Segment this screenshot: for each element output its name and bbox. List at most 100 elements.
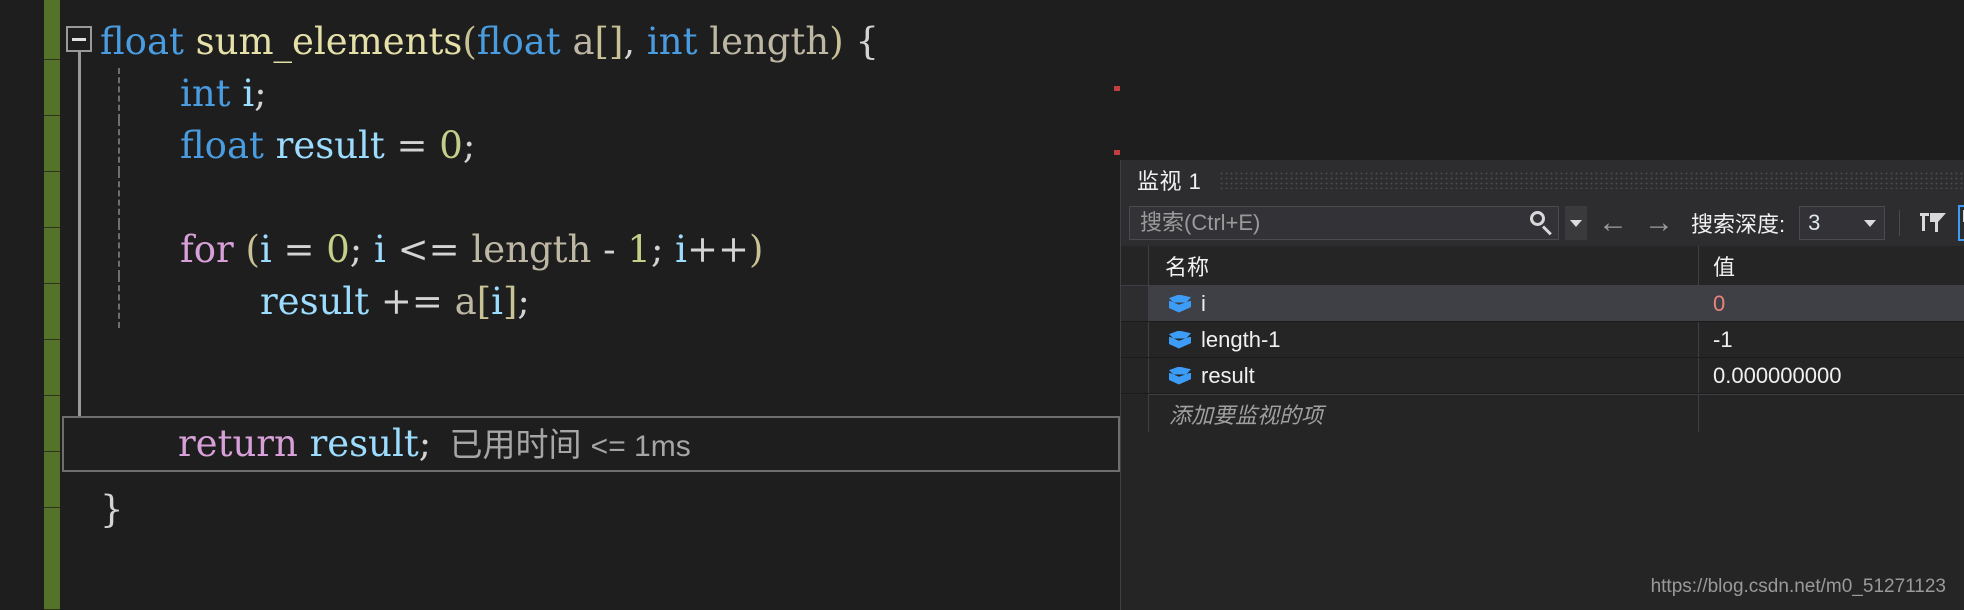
screen-root: float sum_elements(float a[], int length… [0, 0, 1964, 610]
row-gutter [1121, 322, 1149, 357]
watch-toolbar[interactable]: ← → 搜索深度: 3 ab [1121, 200, 1964, 246]
title-bar-drag-dots[interactable] [1219, 171, 1964, 189]
search-depth-select[interactable]: 3 [1799, 206, 1886, 240]
code-token: i [259, 228, 272, 271]
hex-label-icon[interactable]: ab [1958, 205, 1964, 241]
line-blank[interactable] [100, 172, 1120, 224]
code-token: ++ [687, 228, 750, 271]
code-token: int [180, 72, 231, 115]
search-depth-label: 搜索深度: [1691, 212, 1786, 237]
scroll-annotation-mark [1114, 86, 1120, 91]
line-decl-result[interactable]: float result = 0; [100, 120, 1120, 172]
code-token: = [271, 228, 327, 271]
toolbar-separator [1899, 210, 1901, 236]
code-token: float [100, 20, 184, 63]
code-token: += [369, 280, 455, 323]
watch-row[interactable]: length-1 -1 [1121, 322, 1964, 358]
watch-rows[interactable]: i 0 length-1 -1 result 0.000000000 [1121, 286, 1964, 394]
code-token: 0 [326, 228, 350, 271]
code-token: for [180, 228, 234, 271]
code-token: 0 [439, 124, 463, 167]
watch-panel[interactable]: 监视 1 ← → 搜索深度: 3 [1120, 160, 1964, 610]
code-token: length [471, 228, 592, 271]
add-watch-row[interactable]: 添加要监视的项 [1121, 394, 1964, 432]
code-token: i [675, 228, 688, 271]
pin-filter-icon[interactable] [1914, 205, 1952, 241]
indent-guide [118, 68, 120, 120]
code-token: ; [462, 124, 476, 167]
watch-row[interactable]: i0 [1121, 286, 1964, 322]
search-input[interactable] [1140, 210, 1528, 236]
watch-name-text: i [1201, 290, 1206, 316]
search-options-dropdown[interactable] [1565, 206, 1587, 240]
line-decl-i[interactable]: int i; [100, 68, 1120, 120]
watch-panel-title: 监视 1 [1137, 169, 1202, 194]
search-box[interactable] [1129, 206, 1559, 240]
code-token: result [309, 422, 419, 465]
column-header-value[interactable]: 值 [1699, 246, 1964, 285]
collapse-minus-icon[interactable] [66, 26, 92, 52]
current-line-text[interactable]: return result; 已用时间 <= 1ms [38, 416, 1120, 472]
change-segment [44, 172, 60, 228]
watch-row[interactable]: result 0.000000000 [1121, 358, 1964, 394]
code-text[interactable]: float sum_elements(float a[], int length… [100, 0, 1120, 610]
code-token: ; [517, 280, 530, 323]
add-watch-placeholder[interactable]: 添加要监视的项 [1149, 394, 1699, 432]
add-watch-value-cell[interactable] [1699, 394, 1964, 432]
line-for[interactable]: for (i = 0; i <= length - 1; i++) [100, 224, 1120, 276]
watch-name-cell[interactable]: result [1149, 358, 1699, 393]
outlining-margin[interactable] [62, 0, 100, 610]
code-token: ) [829, 20, 844, 63]
watch-value-cell[interactable]: -1 [1699, 322, 1964, 357]
code-token: a [454, 280, 477, 323]
elapsed-time-value: <= 1ms [590, 430, 691, 463]
search-depth-value: 3 [1808, 210, 1821, 235]
variable-cube-icon [1169, 330, 1191, 350]
code-token: float [476, 20, 561, 63]
chevron-down-icon [1570, 219, 1582, 227]
code-token: return [178, 422, 298, 465]
watch-name-cell[interactable]: i [1149, 286, 1699, 321]
row-gutter [1121, 394, 1149, 432]
code-token: 1 [627, 228, 651, 271]
code-token: length [709, 20, 830, 63]
code-token: - [591, 228, 628, 271]
change-segment [44, 284, 60, 340]
header-gutter [1121, 246, 1149, 285]
change-segment [44, 116, 60, 172]
column-header-name[interactable]: 名称 [1149, 246, 1699, 285]
find-next-button[interactable]: → [1639, 205, 1679, 241]
watch-name-cell[interactable]: length-1 [1149, 322, 1699, 357]
line-signature[interactable]: float sum_elements(float a[], int length… [100, 16, 1120, 68]
watch-name-text: length-1 [1201, 326, 1281, 352]
indent-guide [118, 172, 120, 224]
watch-title-bar[interactable]: 监视 1 [1121, 160, 1964, 200]
code-token: result [275, 124, 385, 167]
code-token: int [646, 20, 698, 63]
code-token: i [374, 228, 386, 271]
variable-cube-icon [1169, 366, 1191, 386]
find-previous-button[interactable]: ← [1593, 205, 1633, 241]
watch-table[interactable]: 名称 值 i 0 length-1 -1 result 0.000000000 添加要监视… [1121, 246, 1964, 432]
code-token: a [572, 20, 595, 63]
watch-value-cell[interactable]: 0 [1699, 286, 1964, 321]
watermark-url: https://blog.csdn.net/m0_51271123 [1650, 576, 1946, 597]
code-token: , [623, 20, 647, 63]
watch-value-cell[interactable]: 0.000000000 [1699, 358, 1964, 393]
line-accumulate[interactable]: result += a[i]; [100, 276, 1120, 328]
line-closing-brace[interactable]: } [100, 484, 124, 536]
indent-guide [118, 224, 120, 276]
change-tracking-margin [44, 0, 60, 610]
code-token: ; [650, 228, 676, 271]
variable-cube-icon [1169, 294, 1191, 314]
row-gutter [1121, 358, 1149, 393]
scroll-annotation-strip [1114, 0, 1120, 160]
search-icon[interactable] [1528, 210, 1554, 236]
code-editor[interactable]: float sum_elements(float a[], int length… [0, 0, 1120, 610]
code-token: ] [502, 280, 518, 323]
